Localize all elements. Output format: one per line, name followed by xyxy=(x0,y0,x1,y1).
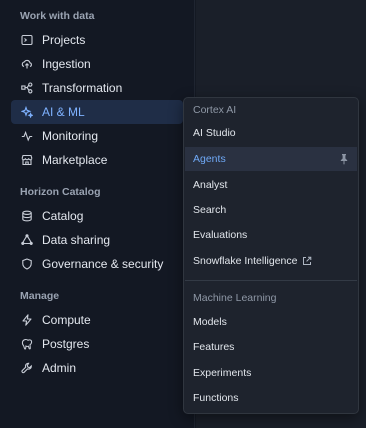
sidebar-item-label: Marketplace xyxy=(42,153,108,167)
terminal-icon xyxy=(21,34,33,46)
pin-icon[interactable] xyxy=(339,153,349,165)
sidebar-item-monitoring[interactable]: Monitoring xyxy=(11,124,183,148)
menu-item-models[interactable]: Models xyxy=(185,310,357,334)
sidebar-item-admin[interactable]: Admin xyxy=(11,356,183,380)
share-cloud-icon xyxy=(21,234,33,246)
sidebar-item-catalog[interactable]: Catalog xyxy=(11,204,183,228)
sidebar-item-label: Governance & security xyxy=(42,257,164,271)
transform-nodes-icon xyxy=(21,82,33,94)
menu-group-header-machine-learning: Machine Learning xyxy=(193,292,277,304)
activity-icon xyxy=(21,130,33,142)
external-link-icon xyxy=(302,256,312,266)
menu-item-agents[interactable]: Agents xyxy=(185,147,357,171)
sidebar-item-data-sharing[interactable]: Data sharing xyxy=(11,228,183,252)
lightning-icon xyxy=(21,314,33,326)
sidebar-item-label: Transformation xyxy=(42,81,123,95)
menu-item-features[interactable]: Features xyxy=(185,335,357,359)
sidebar: Work with data Projects Ingestion Transf… xyxy=(0,0,195,428)
wrench-icon xyxy=(21,362,33,374)
menu-item-evaluations[interactable]: Evaluations xyxy=(185,223,357,247)
sidebar-item-postgres[interactable]: Postgres xyxy=(11,332,183,356)
sidebar-item-projects[interactable]: Projects xyxy=(11,28,183,52)
menu-item-experiments[interactable]: Experiments xyxy=(185,361,357,385)
sidebar-item-transformation[interactable]: Transformation xyxy=(11,76,183,100)
menu-item-analyst[interactable]: Analyst xyxy=(185,173,357,197)
shield-icon xyxy=(21,258,33,270)
sidebar-item-label: Admin xyxy=(42,361,77,375)
ai-ml-dropdown-menu: Cortex AI AI Studio Agents Analyst Searc… xyxy=(183,97,359,414)
sidebar-item-label: Data sharing xyxy=(42,233,111,247)
sidebar-item-governance-security[interactable]: Governance & security xyxy=(11,252,183,276)
menu-item-label: Snowflake Intelligence xyxy=(193,255,298,267)
menu-group-header-cortex-ai: Cortex AI xyxy=(193,104,237,116)
sidebar-item-ai-ml[interactable]: AI & ML xyxy=(11,100,183,124)
sidebar-item-label: Projects xyxy=(42,33,86,47)
section-title-manage: Manage xyxy=(20,290,60,302)
sidebar-item-label: Postgres xyxy=(42,337,90,351)
sidebar-item-ingestion[interactable]: Ingestion xyxy=(11,52,183,76)
sidebar-item-label: Compute xyxy=(42,313,91,327)
section-title-work-with-data: Work with data xyxy=(20,10,95,22)
sidebar-item-label: Monitoring xyxy=(42,129,99,143)
sidebar-item-label: Catalog xyxy=(42,209,84,223)
menu-item-snowflake-intelligence[interactable]: Snowflake Intelligence xyxy=(185,249,357,273)
sparkle-icon xyxy=(21,106,33,118)
cloud-upload-icon xyxy=(21,58,33,70)
menu-divider xyxy=(185,280,357,281)
section-title-horizon-catalog: Horizon Catalog xyxy=(20,186,101,198)
database-icon xyxy=(21,210,33,222)
menu-item-functions[interactable]: Functions xyxy=(185,386,357,410)
sidebar-item-label: Ingestion xyxy=(42,57,91,71)
sidebar-item-label: AI & ML xyxy=(42,105,85,119)
menu-item-label: Agents xyxy=(193,153,226,165)
menu-item-search[interactable]: Search xyxy=(185,198,357,222)
menu-item-ai-studio[interactable]: AI Studio xyxy=(185,121,357,145)
sidebar-item-marketplace[interactable]: Marketplace xyxy=(11,148,183,172)
elephant-icon xyxy=(21,338,33,350)
sidebar-item-compute[interactable]: Compute xyxy=(11,308,183,332)
store-icon xyxy=(21,154,33,166)
